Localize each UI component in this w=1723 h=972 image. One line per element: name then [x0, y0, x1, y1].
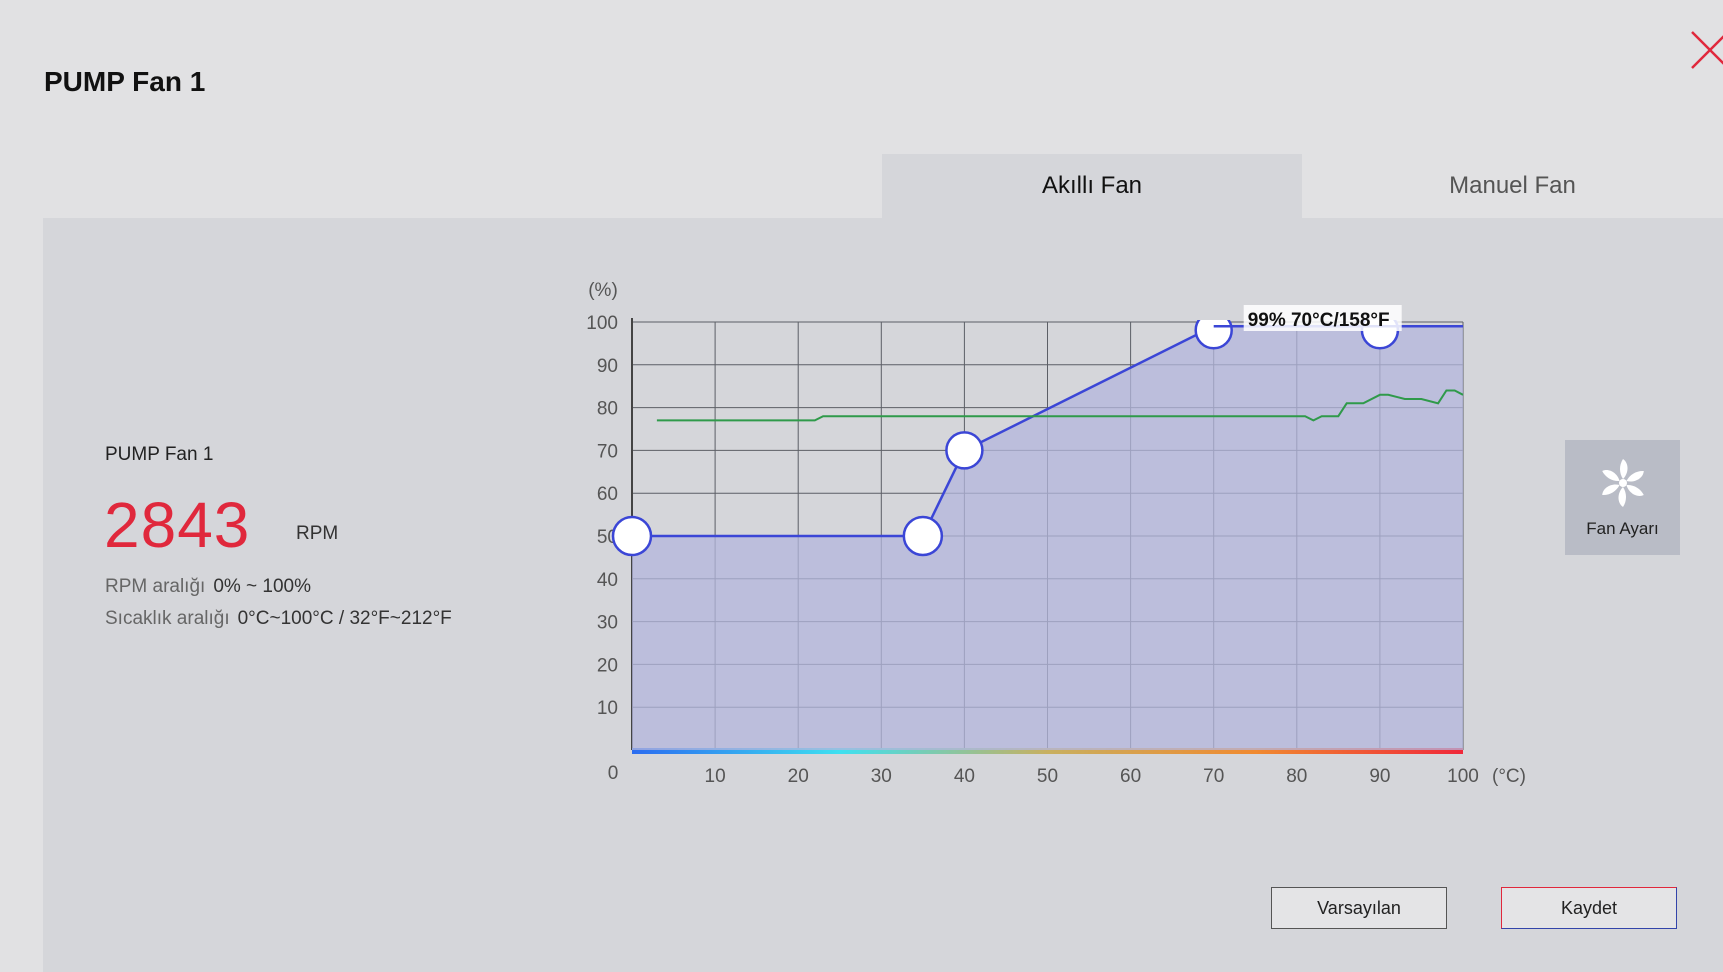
close-icon[interactable]	[1690, 30, 1723, 70]
rpm-unit: RPM	[296, 523, 339, 544]
tab-manual-fan[interactable]: Manuel Fan	[1302, 154, 1723, 218]
fan-settings-button[interactable]: Fan Ayarı	[1565, 440, 1680, 555]
curve-point-handle[interactable]	[611, 515, 653, 557]
temp-range-value: 0°C~100°C / 32°F~212°F	[237, 608, 452, 629]
curve-point-handle[interactable]	[1194, 311, 1233, 350]
temp-range-label: Sıcaklık aralığı	[105, 608, 230, 629]
rpm-range-row: RPM aralığı 0% ~ 100%	[105, 576, 311, 598]
temp-range-row: Sıcaklık aralığı 0°C~100°C / 32°F~212°F	[105, 608, 452, 630]
window-title: PUMP Fan 1	[44, 66, 206, 97]
default-button[interactable]: Varsayılan	[1271, 887, 1447, 929]
fan-icon	[1601, 458, 1644, 507]
rpm-range-label: RPM aralığı	[105, 576, 206, 597]
tab-smart-fan[interactable]: Akıllı Fan	[882, 154, 1302, 218]
rpm-range-value: 0% ~ 100%	[213, 576, 312, 597]
curve-point-handle[interactable]	[945, 431, 984, 470]
curve-point-handle[interactable]	[902, 515, 944, 557]
rpm-value: 2843	[104, 489, 251, 561]
fan-name: PUMP Fan 1	[105, 444, 214, 465]
curve-point-handle[interactable]	[1360, 311, 1400, 350]
save-button[interactable]: Kaydet	[1501, 887, 1677, 929]
fan-settings-label: Fan Ayarı	[1586, 518, 1659, 538]
